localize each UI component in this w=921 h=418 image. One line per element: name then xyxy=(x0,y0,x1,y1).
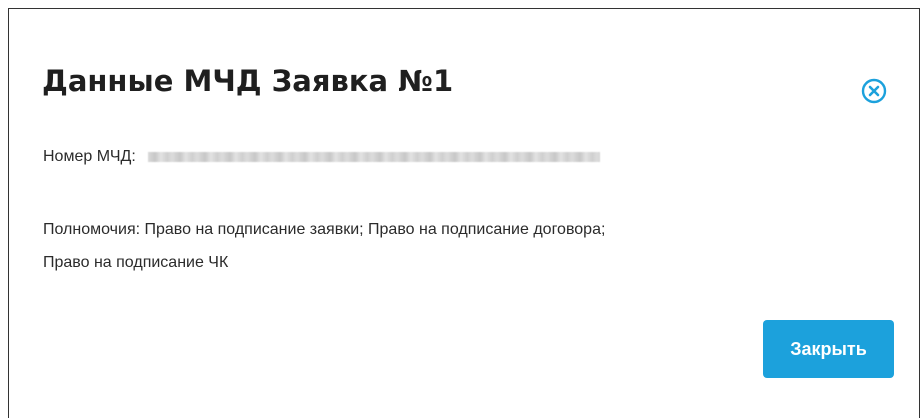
mcd-number-redacted-value xyxy=(147,151,600,162)
mcd-dialog: Данные МЧД Заявка №1 Номер МЧД: Полномоч… xyxy=(8,8,920,418)
mcd-number-label: Номер МЧД: xyxy=(43,148,136,165)
powers-line-2: Право на подписание ЧК xyxy=(43,254,229,271)
close-button[interactable]: Закрыть xyxy=(763,320,894,378)
close-circle-icon[interactable] xyxy=(861,78,887,104)
mcd-number-row: Номер МЧД: xyxy=(43,147,600,167)
close-circle-icon-graphic xyxy=(861,78,887,104)
powers-line-1: Полномочия: Право на подписание заявки; … xyxy=(43,221,606,238)
dialog-title: Данные МЧД Заявка №1 xyxy=(42,64,454,98)
